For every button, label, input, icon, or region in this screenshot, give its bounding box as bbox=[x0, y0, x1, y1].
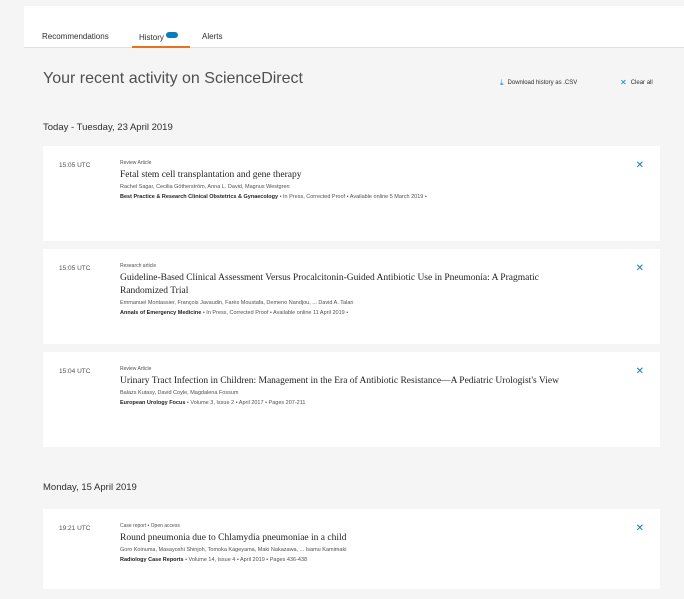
article-type: Research article bbox=[120, 263, 157, 269]
remove-item-icon[interactable]: ✕ bbox=[636, 523, 644, 534]
item-time: 15:04 UTC bbox=[59, 368, 91, 375]
source-details: • Volume 14, Issue 4 • April 2019 • Page… bbox=[183, 557, 308, 563]
tab-history[interactable]: History bbox=[139, 32, 178, 42]
journal-link[interactable]: Radiology Case Reports bbox=[120, 557, 184, 563]
article-source: Radiology Case Reports • Volume 14, Issu… bbox=[120, 556, 560, 564]
source-details: • In Press, Corrected Proof • Available … bbox=[201, 310, 349, 316]
article-type: Review Article bbox=[120, 160, 152, 166]
close-icon: ✕ bbox=[620, 78, 627, 87]
article-title-link[interactable]: Round pneumonia due to Chlamydia pneumon… bbox=[120, 532, 560, 545]
article-source: Best Practice & Research Clinical Obstet… bbox=[120, 193, 560, 201]
article-source: European Urology Focus • Volume 3, Issue… bbox=[120, 399, 560, 407]
journal-link[interactable]: European Urology Focus bbox=[120, 400, 185, 406]
history-item: 19:21 UTC Case report • Open access Roun… bbox=[43, 509, 660, 589]
source-details: • Volume 3, Issue 2 • April 2017 • Pages… bbox=[185, 400, 306, 406]
day-heading: Today - Tuesday, 23 April 2019 bbox=[43, 122, 173, 133]
source-details: • In Press, Corrected Proof • Available … bbox=[278, 194, 427, 200]
article-authors: Balazs Kutasy, David Coyle, Magdalena Fo… bbox=[120, 390, 239, 396]
history-item: 15:05 UTC Review Article Fetal stem cell… bbox=[43, 146, 660, 241]
item-time: 15:05 UTC bbox=[59, 162, 91, 169]
article-type: Review Article bbox=[120, 366, 152, 372]
journal-link[interactable]: Best Practice & Research Clinical Obstet… bbox=[120, 194, 278, 200]
clear-all-label: Clear all bbox=[630, 80, 653, 86]
download-icon: ⤓ bbox=[500, 78, 504, 87]
clear-all-button[interactable]: ✕ Clear all bbox=[620, 78, 653, 87]
tab-alerts[interactable]: Alerts bbox=[202, 32, 222, 41]
new-badge bbox=[165, 32, 178, 38]
article-title-link[interactable]: Fetal stem cell transplantation and gene… bbox=[120, 169, 560, 182]
remove-item-icon[interactable]: ✕ bbox=[636, 160, 644, 171]
article-type: Case report • Open access bbox=[120, 523, 180, 529]
remove-item-icon[interactable]: ✕ bbox=[636, 366, 644, 377]
item-time: 15:05 UTC bbox=[59, 265, 91, 272]
page-title: Your recent activity on ScienceDirect bbox=[43, 70, 303, 87]
history-item: 15:04 UTC Review Article Urinary Tract I… bbox=[43, 352, 660, 447]
active-tab-indicator bbox=[132, 46, 190, 48]
day-heading: Monday, 15 April 2019 bbox=[43, 482, 137, 493]
download-history-button[interactable]: ⤓ Download history as .CSV bbox=[500, 78, 577, 88]
tab-recommendations[interactable]: Recommendations bbox=[42, 32, 109, 41]
article-authors: Emmanuel Montassier, François Javaudin, … bbox=[120, 300, 354, 306]
item-time: 19:21 UTC bbox=[59, 525, 91, 532]
article-authors: Rachel Sagar, Cecilia Götherström, Anna … bbox=[120, 184, 290, 190]
article-title-link[interactable]: Guideline-Based Clinical Assessment Vers… bbox=[120, 272, 560, 298]
article-authors: Goro Koinuma, Masayoshi Shinjoh, Tomoka … bbox=[120, 547, 347, 553]
journal-link[interactable]: Annals of Emergency Medicine bbox=[120, 310, 201, 316]
article-title-link[interactable]: Urinary Tract Infection in Children: Man… bbox=[120, 375, 560, 388]
tab-history-label: History bbox=[139, 33, 164, 42]
tab-bar: Recommendations History Alerts bbox=[24, 6, 684, 48]
download-label: Download history as .CSV bbox=[507, 80, 578, 86]
history-item: 15:05 UTC Research article Guideline-Bas… bbox=[43, 249, 660, 344]
article-source: Annals of Emergency Medicine • In Press,… bbox=[120, 309, 560, 317]
remove-item-icon[interactable]: ✕ bbox=[636, 263, 644, 274]
